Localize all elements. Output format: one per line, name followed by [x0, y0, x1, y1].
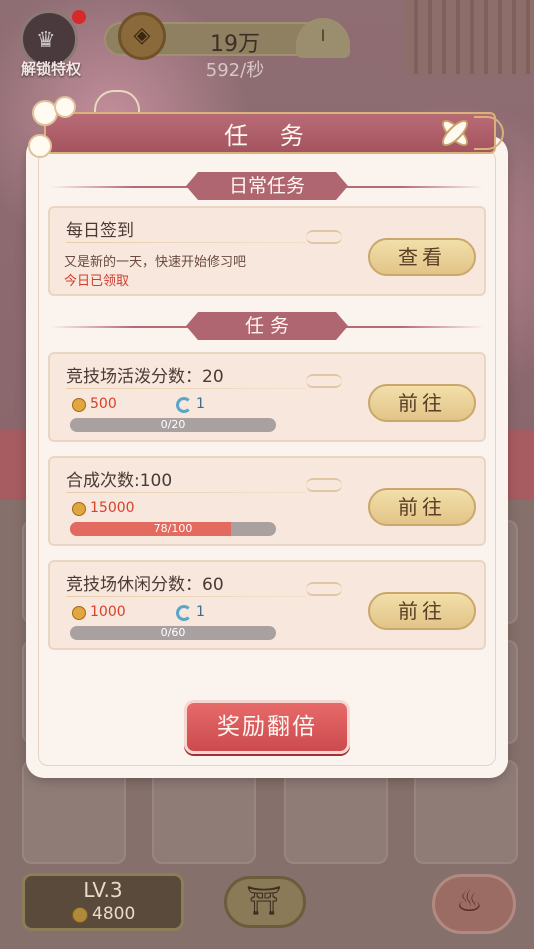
section-divider [346, 326, 484, 328]
pavilion-icon: ⛩ [246, 884, 282, 917]
coin-icon [72, 606, 86, 620]
task-progress-bar: 0/20 [70, 418, 276, 432]
task-title: 竞技场休闲分数：60 [66, 575, 224, 595]
go-button[interactable]: 前往 [368, 384, 476, 422]
task-section-title: 任 务 [186, 312, 348, 340]
level-label: LV.3 [83, 878, 123, 902]
section-divider [346, 186, 484, 188]
refresh-icon [176, 605, 192, 621]
go-button[interactable]: 前往 [368, 488, 476, 526]
daily-section-title: 日常任务 [186, 172, 348, 200]
task-title: 合成次数:100 [66, 471, 173, 491]
title-underline [66, 596, 306, 597]
coin-amount: 19万 [210, 32, 260, 57]
curtain-decoration [404, 0, 534, 74]
notification-dot [72, 10, 86, 24]
pouch-icon: ♨ [456, 884, 483, 919]
title-underline [66, 242, 306, 243]
progress-text: 0/60 [160, 626, 186, 639]
board-slot [414, 760, 518, 864]
title-underline [66, 388, 306, 389]
refresh-reward: 1 [196, 604, 205, 620]
coin-icon: ◈ [118, 12, 166, 60]
board-slot [22, 760, 126, 864]
coin-reward: 1000 [90, 604, 126, 620]
close-button[interactable] [434, 112, 476, 154]
double-reward-button[interactable]: 奖励翻倍 [184, 700, 350, 754]
title-underline [66, 492, 306, 493]
section-divider [50, 186, 188, 188]
task-progress-bar: 78/100 [70, 522, 276, 536]
cloud-decoration [306, 374, 342, 388]
section-divider [50, 326, 188, 328]
daily-task-status: 今日已领取 [64, 274, 130, 289]
view-button[interactable]: 查看 [368, 238, 476, 276]
task-title: 竞技场活泼分数：20 [66, 367, 224, 387]
unlock-privilege-label: 解锁特权 [20, 60, 81, 78]
coin-reward: 15000 [90, 500, 135, 516]
coin-icon [72, 398, 86, 412]
coin-reward: 500 [90, 396, 117, 412]
level-coins: 4800 [92, 904, 136, 924]
cloud-decoration [306, 478, 342, 492]
progress-text: 78/100 [153, 522, 193, 535]
coin-icon [72, 907, 88, 923]
refresh-icon [176, 397, 192, 413]
cloud-decoration [306, 230, 342, 244]
coin-icon [72, 502, 86, 516]
go-button[interactable]: 前往 [368, 592, 476, 630]
coin-rate: 592/秒 [205, 60, 265, 81]
unlock-privilege-button[interactable]: ♛ 解锁特权 [14, 10, 86, 80]
task-progress-bar: 0/60 [70, 626, 276, 640]
board-slot [284, 760, 388, 864]
cloud-decoration [306, 582, 342, 596]
modal-title: 任 务 [224, 122, 316, 150]
board-slot [152, 760, 256, 864]
flower-decoration [28, 96, 86, 160]
progress-text: 0/20 [160, 418, 186, 431]
crown-icon: ♛ [36, 28, 56, 53]
refresh-reward: 1 [196, 396, 205, 412]
daily-task-desc: 又是新的一天，快速开始修习吧 [64, 255, 247, 270]
daily-task-title: 每日签到 [66, 221, 134, 241]
